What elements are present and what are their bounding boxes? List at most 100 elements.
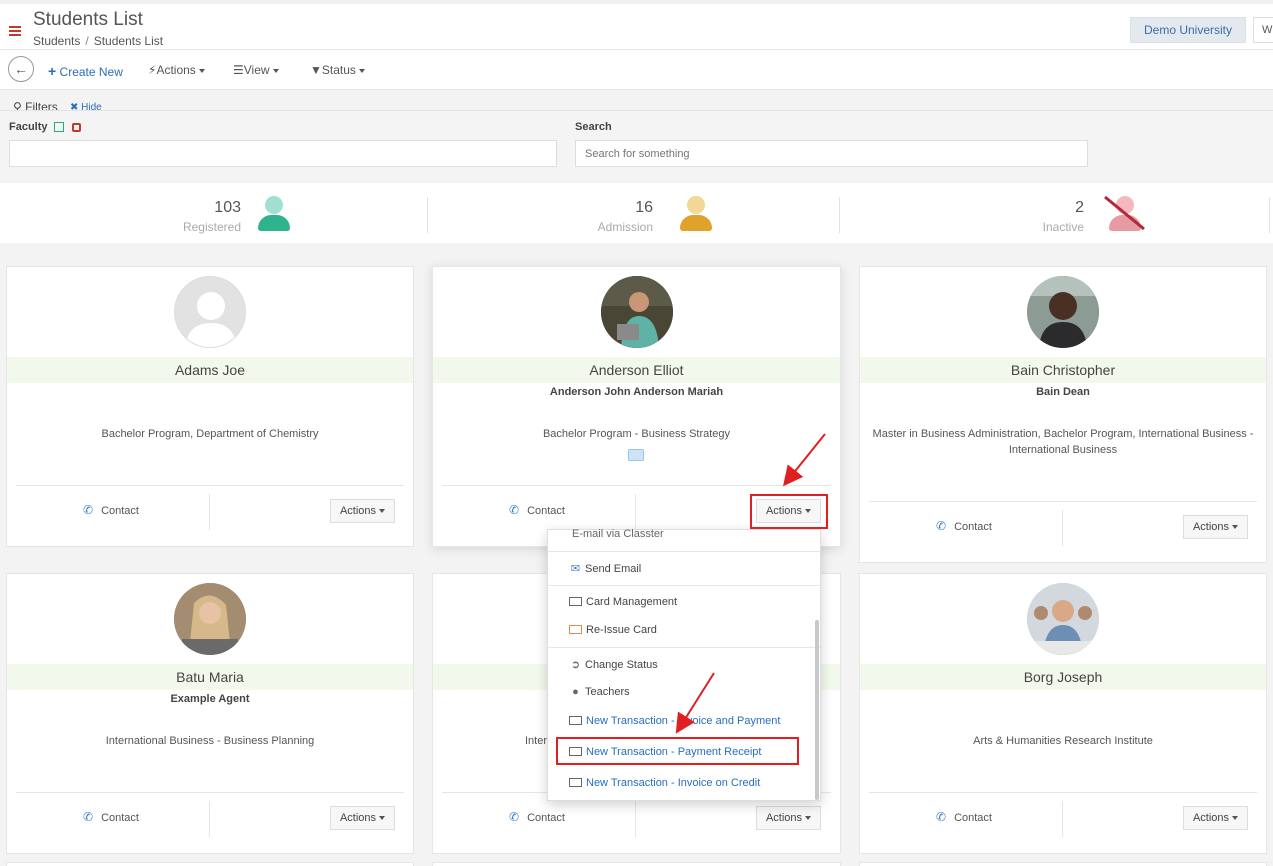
contact-button[interactable]: ✆ Contact <box>936 810 992 824</box>
breadcrumb-students[interactable]: Students <box>33 34 80 48</box>
filter-panel: Faculty Search <box>0 110 1273 183</box>
student-photo[interactable] <box>174 583 246 655</box>
menu-item-teachers[interactable]: ● Teachers <box>569 686 629 698</box>
menu-divider <box>548 551 820 552</box>
caret-down-icon <box>1232 525 1239 529</box>
phone-icon: ✆ <box>936 519 947 533</box>
actions-button[interactable]: Actions <box>330 806 395 830</box>
stat-label: Registered <box>182 220 241 234</box>
student-card-partial <box>859 862 1267 866</box>
student-photo[interactable] <box>1027 583 1099 655</box>
stats-bar: 103 Registered 16 Admission 2 Inactive <box>0 183 1273 243</box>
envelope-icon: ✉ <box>570 563 581 575</box>
contact-button[interactable]: ✆ Contact <box>83 810 139 824</box>
extra-header-button[interactable]: Wi <box>1253 17 1273 43</box>
actions-button[interactable]: Actions <box>756 806 821 830</box>
stat-divider <box>1269 197 1270 233</box>
student-photo[interactable] <box>600 276 673 348</box>
plus-icon: + <box>48 63 57 79</box>
phone-icon: ✆ <box>83 810 94 824</box>
student-name[interactable]: Borg Joseph <box>860 664 1266 690</box>
student-name[interactable]: Anderson Elliot <box>433 357 840 383</box>
contact-button[interactable]: ✆ Contact <box>509 810 565 824</box>
tenant-button[interactable]: Demo University <box>1130 17 1246 43</box>
student-agent: Example Agent <box>170 693 250 705</box>
stat-admission[interactable]: 16 Admission <box>427 183 839 243</box>
user-silhouette-icon <box>185 292 237 347</box>
menu-item-reissue-card[interactable]: Re-Issue Card <box>569 624 657 636</box>
toolbar: ← + Create New ⚡︎Actions ☰View ▼Status <box>0 50 1273 90</box>
view-menu-button[interactable]: ☰View <box>233 63 279 77</box>
student-program: International Business - Business Planni… <box>105 735 315 747</box>
card-divider <box>869 501 1257 502</box>
card-vdivider <box>635 494 636 530</box>
menu-item-invoice-and-payment[interactable]: New Transaction - Invoice and Payment <box>569 715 780 727</box>
student-card: Batu Maria Example Agent International B… <box>6 573 414 854</box>
menu-item-invoice-on-credit[interactable]: New Transaction - Invoice on Credit <box>569 777 760 789</box>
filters-section: ⚲ Filters ✖ Hide Faculty Search <box>0 90 1273 183</box>
highlight-payment-receipt <box>556 737 799 765</box>
search-input[interactable] <box>575 140 1088 167</box>
actions-button[interactable]: Actions <box>1183 806 1248 830</box>
page-header: Students List Students / Students List Dem… <box>0 0 1273 50</box>
student-program: Arts & Humanities Research Institute <box>973 735 1153 747</box>
id-card-icon <box>569 597 582 606</box>
card-vdivider <box>209 801 210 837</box>
faculty-input[interactable] <box>9 140 557 167</box>
menu-item-email-classter[interactable]: E-mail via Classter <box>572 528 664 540</box>
deselect-all-icon[interactable] <box>71 122 81 132</box>
phone-icon: ✆ <box>83 503 94 517</box>
actions-button[interactable]: Actions <box>330 499 395 523</box>
menu-item-send-email[interactable]: ✉ Send Email <box>569 562 641 575</box>
student-photo[interactable] <box>1027 276 1099 348</box>
id-card-icon[interactable] <box>628 449 644 461</box>
menu-scrollbar[interactable] <box>815 620 819 800</box>
back-button[interactable]: ← <box>8 56 34 82</box>
student-parents: Bain Dean <box>1036 386 1090 398</box>
actions-menu-button[interactable]: ⚡︎Actions <box>148 63 205 77</box>
caret-down-icon <box>198 68 205 73</box>
caret-down-icon <box>358 68 365 73</box>
faculty-label: Faculty <box>9 121 81 133</box>
student-photo-image <box>1027 583 1099 655</box>
stat-count: 103 <box>214 199 241 216</box>
student-photo-image <box>600 276 673 348</box>
slash-icon <box>1104 195 1145 231</box>
contact-button[interactable]: ✆ Contact <box>509 503 565 517</box>
list-icon: ☰ <box>233 63 244 77</box>
actions-button[interactable]: Actions <box>1183 515 1248 539</box>
search-label: Search <box>575 121 612 133</box>
menu-divider <box>548 647 820 648</box>
student-program: Master in Business Administration, Bache… <box>872 428 1254 456</box>
arrow-left-icon: ← <box>14 61 28 77</box>
hamburger-menu-icon[interactable] <box>9 26 21 36</box>
caret-down-icon <box>272 68 279 73</box>
menu-item-card-management[interactable]: Card Management <box>569 596 677 608</box>
select-all-icon[interactable] <box>53 122 64 133</box>
avatar-placeholder[interactable] <box>174 276 246 348</box>
status-menu-button[interactable]: ▼Status <box>310 63 365 77</box>
stat-count: 2 <box>1075 199 1084 216</box>
student-name[interactable]: Bain Christopher <box>860 357 1266 383</box>
student-card: Adams Joe Bachelor Program, Department o… <box>6 266 414 547</box>
caret-down-icon <box>1232 816 1239 820</box>
stat-registered[interactable]: 103 Registered <box>0 183 427 243</box>
student-card: Borg Joseph Arts & Humanities Research I… <box>859 573 1267 854</box>
create-new-button[interactable]: + Create New <box>48 63 123 79</box>
caret-down-icon <box>379 816 386 820</box>
stat-inactive[interactable]: 2 Inactive <box>839 183 1270 243</box>
arrow-circle-icon: ➲ <box>570 659 581 671</box>
breadcrumb-students-list: Students List <box>93 34 164 48</box>
user-icon: ● <box>572 686 579 698</box>
user-slash-icon <box>1104 195 1145 232</box>
contact-button[interactable]: ✆ Contact <box>83 503 139 517</box>
student-photo-image <box>174 583 246 655</box>
student-card-partial <box>6 862 414 866</box>
stat-count: 16 <box>635 199 653 216</box>
student-photo-image <box>1027 276 1099 348</box>
student-name[interactable]: Batu Maria <box>7 664 413 690</box>
menu-item-change-status[interactable]: ➲ Change Status <box>569 658 658 671</box>
user-icon <box>258 196 290 232</box>
contact-button[interactable]: ✆ Contact <box>936 519 992 533</box>
student-name[interactable]: Adams Joe <box>7 357 413 383</box>
